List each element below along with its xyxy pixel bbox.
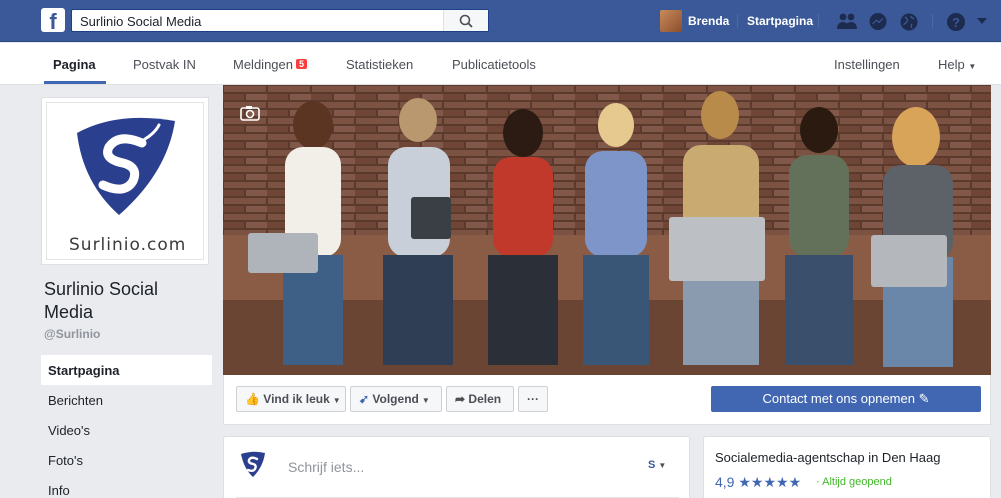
settings-link[interactable]: Instellingen (834, 57, 900, 72)
page-profile-picture[interactable]: Surlinio.com (41, 97, 209, 265)
thumbs-up-icon: 👍 (245, 392, 260, 406)
chevron-down-icon: ▼ (332, 396, 341, 405)
tab-publicatietools[interactable]: Publicatietools (452, 57, 536, 72)
sidebar-item-fotos[interactable]: Foto's (41, 445, 212, 475)
sidebar-item-berichten[interactable]: Berichten (41, 385, 212, 415)
tab-postvak-in[interactable]: Postvak IN (133, 57, 196, 72)
notification-badge: 5 (296, 59, 308, 69)
tab-meldingen[interactable]: Meldingen 5 (233, 57, 308, 72)
page-nav: Pagina Postvak IN Meldingen 5 Statistieke… (0, 43, 1001, 85)
tab-pagina[interactable]: Pagina (53, 57, 96, 72)
chevron-down-icon: ▼ (658, 461, 667, 470)
camera-icon[interactable] (240, 105, 260, 121)
divider (932, 14, 933, 28)
sidebar-item-videos[interactable]: Video's (41, 415, 212, 445)
friend-requests-icon[interactable] (836, 12, 858, 30)
page-category[interactable]: Socialemedia-agentschap in Den Haag (715, 450, 940, 465)
pencil-icon: ✎ (918, 391, 930, 406)
tab-meldingen-label: Meldingen (233, 57, 293, 72)
top-bar: f Surlinio Social Media Brenda Startpagi… (0, 0, 1001, 42)
page-handle[interactable]: @Surlinio (44, 327, 100, 341)
contact-button[interactable]: Contact met ons opnemen ✎ (711, 386, 981, 412)
like-label: Vind ik leuk (263, 392, 330, 406)
page-action-bar: 👍 Vind ik leuk ▼ ➹ Volgend ▼ ➦ Delen ··· C… (223, 375, 991, 425)
active-tab-indicator (44, 81, 106, 84)
help-menu[interactable]: Help ▼ (938, 57, 976, 72)
post-composer[interactable]: Schrijf iets... S ▼ (223, 436, 690, 498)
cover-photo-image (223, 85, 991, 375)
page-info-card: Socialemedia-agentschap in Den Haag 4,9 … (703, 436, 991, 498)
search-value: Surlinio Social Media (80, 14, 202, 29)
rss-icon: ➹ (359, 392, 370, 406)
cover-photo[interactable] (223, 85, 991, 375)
search-icon (459, 14, 473, 28)
open-status-label: Altijd geopend (822, 476, 892, 488)
like-button[interactable]: 👍 Vind ik leuk ▼ (236, 386, 346, 412)
audience-selector[interactable]: S ▼ (648, 459, 666, 471)
follow-button[interactable]: ➹ Volgend ▼ (350, 386, 442, 412)
page-badge-icon: S (648, 459, 656, 471)
rating[interactable]: 4,9 ★★★★★ (715, 474, 801, 491)
search-button[interactable] (443, 10, 488, 31)
more-options-button[interactable]: ··· (518, 386, 548, 412)
share-button[interactable]: ➦ Delen (446, 386, 514, 412)
composer-placeholder: Schrijf iets... (288, 459, 365, 475)
tab-statistieken[interactable]: Statistieken (346, 57, 413, 72)
page-avatar-icon (241, 451, 265, 477)
profile-link[interactable]: Brenda (688, 14, 729, 28)
open-status: · Altijd geopend (816, 476, 892, 488)
help-label: Help (938, 57, 965, 72)
chevron-down-icon: ▼ (421, 396, 430, 405)
avatar[interactable] (660, 10, 682, 32)
logo-frame: Surlinio.com (46, 102, 204, 260)
facebook-logo-icon[interactable]: f (41, 8, 65, 32)
share-arrow-icon: ➦ (455, 392, 466, 406)
contact-label: Contact met ons opnemen (762, 391, 915, 406)
rating-stars-icon: ★★★★★ (738, 474, 802, 490)
divider (737, 14, 738, 28)
account-menu-chevron-icon[interactable] (977, 18, 987, 24)
sidebar-item-startpagina[interactable]: Startpagina (41, 355, 212, 385)
divider (818, 14, 819, 28)
messenger-icon[interactable] (868, 12, 888, 32)
share-label: Delen (468, 392, 502, 406)
sidebar-item-info[interactable]: Info (41, 475, 212, 498)
rating-value: 4,9 (715, 474, 735, 490)
surlinio-logo-icon (77, 117, 175, 215)
logo-text: Surlinio.com (69, 235, 187, 255)
svg-text:?: ? (952, 15, 960, 30)
sidebar: Startpagina Berichten Video's Foto's Inf… (41, 355, 212, 498)
follow-label: Volgend (372, 392, 419, 406)
chevron-down-icon: ▼ (968, 62, 977, 71)
help-icon[interactable]: ? (946, 12, 966, 32)
globe-notifications-icon[interactable] (899, 12, 919, 32)
search-input[interactable]: Surlinio Social Media (71, 9, 489, 32)
home-link[interactable]: Startpagina (747, 14, 813, 28)
page-title: Surlinio Social Media (44, 279, 159, 322)
